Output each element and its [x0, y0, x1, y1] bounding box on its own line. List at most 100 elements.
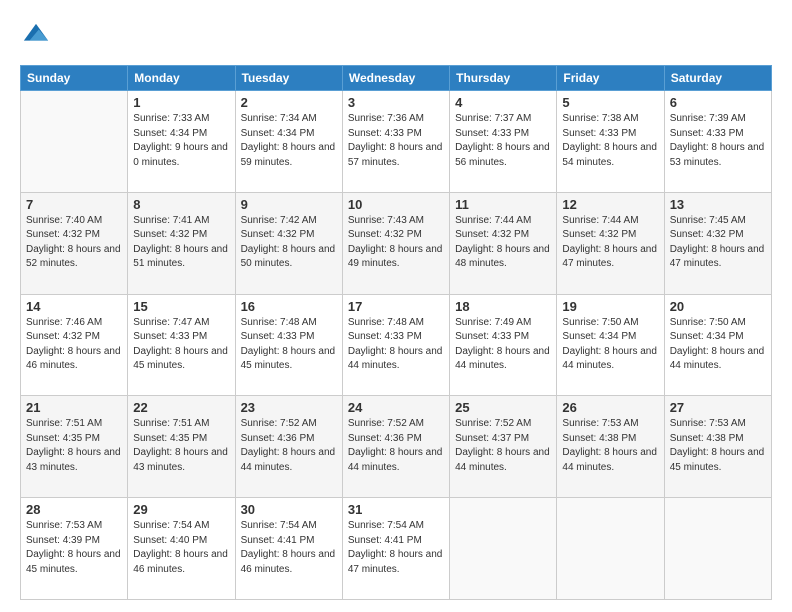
- sunrise-label: Sunrise: 7:40 AM: [26, 215, 102, 226]
- weekday-header-thursday: Thursday: [450, 66, 557, 91]
- week-row-2: 7Sunrise: 7:40 AMSunset: 4:32 PMDaylight…: [21, 192, 772, 294]
- sunrise-label: Sunrise: 7:49 AM: [455, 317, 531, 328]
- day-number: 11: [455, 197, 551, 212]
- weekday-header-friday: Friday: [557, 66, 664, 91]
- calendar-cell: 14 Sunrise: 7:46 AMSunset: 4:32 PMDayligh…: [21, 294, 128, 396]
- calendar-cell: [664, 498, 771, 600]
- calendar-cell: 9Sunrise: 7:42 AMSunset: 4:32 PMDaylight…: [235, 192, 342, 294]
- daylight-label: Daylight: 8 hours and 45 minutes.: [670, 447, 765, 473]
- sunset-label: Sunset: 4:32 PM: [26, 229, 100, 240]
- calendar-cell: 3Sunrise: 7:36 AMSunset: 4:33 PMDaylight…: [342, 91, 449, 193]
- daylight-label: Daylight: 8 hours and 47 minutes.: [670, 244, 765, 270]
- daylight-label: Daylight: 8 hours and 51 minutes.: [133, 244, 228, 270]
- day-number: 19: [562, 299, 658, 314]
- day-number: 16: [241, 299, 337, 314]
- sunrise-label: Sunrise: 7:45 AM: [670, 215, 746, 226]
- calendar-cell: 6Sunrise: 7:39 AMSunset: 4:33 PMDaylight…: [664, 91, 771, 193]
- day-number: 22: [133, 400, 229, 415]
- calendar-cell: [21, 91, 128, 193]
- day-number: 29: [133, 502, 229, 517]
- sunrise-label: Sunrise: 7:48 AM: [241, 317, 317, 328]
- calendar-cell: 23Sunrise: 7:52 AMSunset: 4:36 PMDayligh…: [235, 396, 342, 498]
- day-info: Sunrise: 7:46 AMSunset: 4:32 PMDaylight:…: [26, 316, 122, 374]
- day-number: 30: [241, 502, 337, 517]
- day-info: Sunrise: 7:34 AMSunset: 4:34 PMDaylight:…: [241, 112, 337, 170]
- sunrise-label: Sunrise: 7:50 AM: [670, 317, 746, 328]
- calendar-cell: [450, 498, 557, 600]
- day-number: 12: [562, 197, 658, 212]
- sunrise-label: Sunrise: 7:52 AM: [348, 418, 424, 429]
- day-number: 27: [670, 400, 766, 415]
- sunset-label: Sunset: 4:33 PM: [455, 128, 529, 139]
- daylight-label: Daylight: 8 hours and 50 minutes.: [241, 244, 336, 270]
- calendar-cell: 19Sunrise: 7:50 AMSunset: 4:34 PMDayligh…: [557, 294, 664, 396]
- sunrise-label: Sunrise: 7:38 AM: [562, 113, 638, 124]
- sunrise-label: Sunrise: 7:44 AM: [455, 215, 531, 226]
- calendar-cell: 25 Sunrise: 7:52 AMSunset: 4:37 PMDayligh…: [450, 396, 557, 498]
- sunrise-label: Sunrise: 7:52 AM: [241, 418, 317, 429]
- day-info: Sunrise: 7:41 AMSunset: 4:32 PMDaylight:…: [133, 214, 229, 272]
- calendar-cell: 11 Sunrise: 7:44 AM Sunset: 4:32 PM Dayligh…: [450, 192, 557, 294]
- calendar-page: SundayMondayTuesdayWednesdayThursdayFrid…: [0, 0, 792, 612]
- sunset-label: Sunset: 4:32 PM: [26, 331, 100, 342]
- day-number: 14: [26, 299, 122, 314]
- daylight-label: Daylight: 9 hours and 0 minutes.: [133, 142, 228, 168]
- day-number: 17: [348, 299, 444, 314]
- weekday-header-wednesday: Wednesday: [342, 66, 449, 91]
- calendar-cell: 4Sunrise: 7:37 AMSunset: 4:33 PMDaylight…: [450, 91, 557, 193]
- sunrise-label: Sunrise: 7:34 AM: [241, 113, 317, 124]
- daylight-label: Daylight: 8 hours and 59 minutes.: [241, 142, 336, 168]
- week-row-1: 1Sunrise: 7:33 AMSunset: 4:34 PMDaylight…: [21, 91, 772, 193]
- day-info: Sunrise: 7:38 AMSunset: 4:33 PMDaylight:…: [562, 112, 658, 170]
- day-number: 28: [26, 502, 122, 517]
- daylight-label: Daylight: 8 hours and 48 minutes.: [455, 244, 550, 270]
- day-number: 31: [348, 502, 444, 517]
- day-number: 25: [455, 400, 551, 415]
- day-info: Sunrise: 7:53 AMSunset: 4:39 PMDaylight:…: [26, 519, 122, 577]
- daylight-label: Daylight: 8 hours and 47 minutes.: [348, 549, 443, 575]
- day-info: Sunrise: 7:40 AMSunset: 4:32 PMDaylight:…: [26, 214, 122, 272]
- sunset-label: Sunset: 4:32 PM: [455, 229, 529, 240]
- sunset-label: Sunset: 4:32 PM: [562, 229, 636, 240]
- calendar-cell: 1Sunrise: 7:33 AMSunset: 4:34 PMDaylight…: [128, 91, 235, 193]
- day-number: 5: [562, 95, 658, 110]
- weekday-header-row: SundayMondayTuesdayWednesdayThursdayFrid…: [21, 66, 772, 91]
- sunset-label: Sunset: 4:32 PM: [670, 229, 744, 240]
- daylight-label: Daylight: 8 hours and 44 minutes.: [455, 447, 550, 473]
- sunrise-label: Sunrise: 7:50 AM: [562, 317, 638, 328]
- logo-icon: [22, 22, 50, 50]
- sunset-label: Sunset: 4:33 PM: [133, 331, 207, 342]
- sunset-label: Sunset: 4:33 PM: [562, 128, 636, 139]
- sunset-label: Sunset: 4:33 PM: [348, 128, 422, 139]
- sunrise-label: Sunrise: 7:53 AM: [670, 418, 746, 429]
- day-number: 21: [26, 400, 122, 415]
- sunrise-label: Sunrise: 7:42 AM: [241, 215, 317, 226]
- sunrise-label: Sunrise: 7:43 AM: [348, 215, 424, 226]
- sunrise-label: Sunrise: 7:39 AM: [670, 113, 746, 124]
- day-number: 2: [241, 95, 337, 110]
- sunset-label: Sunset: 4:33 PM: [241, 331, 315, 342]
- sunrise-label: Sunrise: 7:51 AM: [133, 418, 209, 429]
- sunset-label: Sunset: 4:35 PM: [133, 433, 207, 444]
- day-number: 23: [241, 400, 337, 415]
- daylight-label: Daylight: 8 hours and 49 minutes.: [348, 244, 443, 270]
- daylight-label: Daylight: 8 hours and 44 minutes.: [455, 346, 550, 372]
- day-info: Sunrise: 7:52 AMSunset: 4:37 PMDaylight:…: [455, 417, 551, 475]
- daylight-label: Daylight: 8 hours and 44 minutes.: [562, 346, 657, 372]
- weekday-header-sunday: Sunday: [21, 66, 128, 91]
- day-info: Sunrise: 7:48 AMSunset: 4:33 PMDaylight:…: [348, 316, 444, 374]
- day-info: Sunrise: 7:39 AMSunset: 4:33 PMDaylight:…: [670, 112, 766, 170]
- calendar-cell: 5Sunrise: 7:38 AMSunset: 4:33 PMDaylight…: [557, 91, 664, 193]
- day-info: Sunrise: 7:50 AMSunset: 4:34 PMDaylight:…: [670, 316, 766, 374]
- calendar-cell: 27Sunrise: 7:53 AMSunset: 4:38 PMDayligh…: [664, 396, 771, 498]
- sunrise-label: Sunrise: 7:37 AM: [455, 113, 531, 124]
- calendar-cell: 8Sunrise: 7:41 AMSunset: 4:32 PMDaylight…: [128, 192, 235, 294]
- calendar-table: SundayMondayTuesdayWednesdayThursdayFrid…: [20, 65, 772, 600]
- day-number: 26: [562, 400, 658, 415]
- sunset-label: Sunset: 4:33 PM: [670, 128, 744, 139]
- sunrise-label: Sunrise: 7:52 AM: [455, 418, 531, 429]
- day-info: Sunrise: 7:51 AMSunset: 4:35 PMDaylight:…: [133, 417, 229, 475]
- calendar-cell: 7Sunrise: 7:40 AMSunset: 4:32 PMDaylight…: [21, 192, 128, 294]
- sunset-label: Sunset: 4:33 PM: [348, 331, 422, 342]
- calendar-cell: 29Sunrise: 7:54 AMSunset: 4:40 PMDayligh…: [128, 498, 235, 600]
